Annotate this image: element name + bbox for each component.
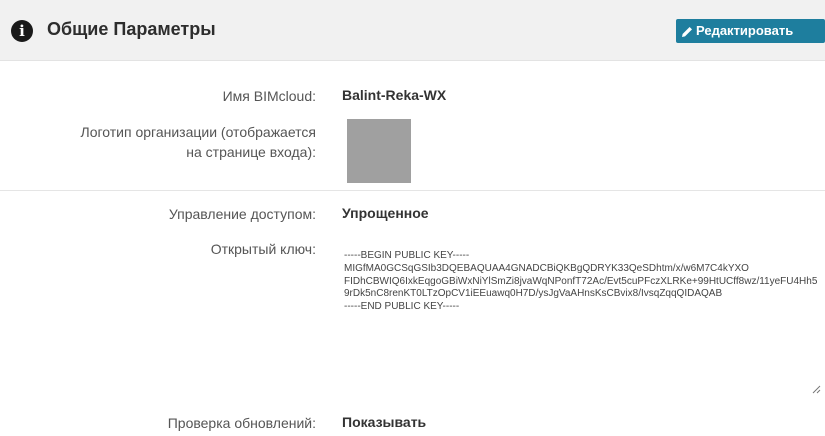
bimcloud-name-value: Balint-Reka-WX: [342, 87, 447, 103]
section-divider: [0, 190, 825, 191]
bimcloud-name-label: Имя BIMcloud:: [222, 88, 316, 104]
access-control-label: Управление доступом:: [168, 206, 316, 222]
public-key-textarea[interactable]: -----BEGIN PUBLIC KEY----- MIGfMA0GCSqGS…: [333, 240, 821, 396]
logo-label-line2: на странице входа):: [186, 144, 316, 160]
update-check-label: Проверка обновлений:: [167, 415, 316, 431]
organization-logo: [347, 119, 411, 183]
pencil-icon: [676, 26, 696, 37]
edit-button-label: Редактировать: [696, 23, 794, 38]
edit-button[interactable]: Редактировать: [676, 19, 825, 43]
logo-label-line1: Логотип организации (отображается: [80, 124, 317, 140]
panel-header: i Общие Параметры Редактировать: [0, 0, 825, 61]
update-check-value: Показывать: [342, 414, 427, 430]
public-key-label: Открытый ключ:: [210, 241, 316, 257]
access-control-value: Упрощенное: [342, 205, 429, 221]
resize-handle-icon[interactable]: [811, 384, 821, 394]
info-circle-icon: i: [11, 20, 33, 42]
public-key-text: -----BEGIN PUBLIC KEY----- MIGfMA0GCSqGS…: [344, 250, 818, 313]
panel-title: Общие Параметры: [47, 19, 216, 39]
